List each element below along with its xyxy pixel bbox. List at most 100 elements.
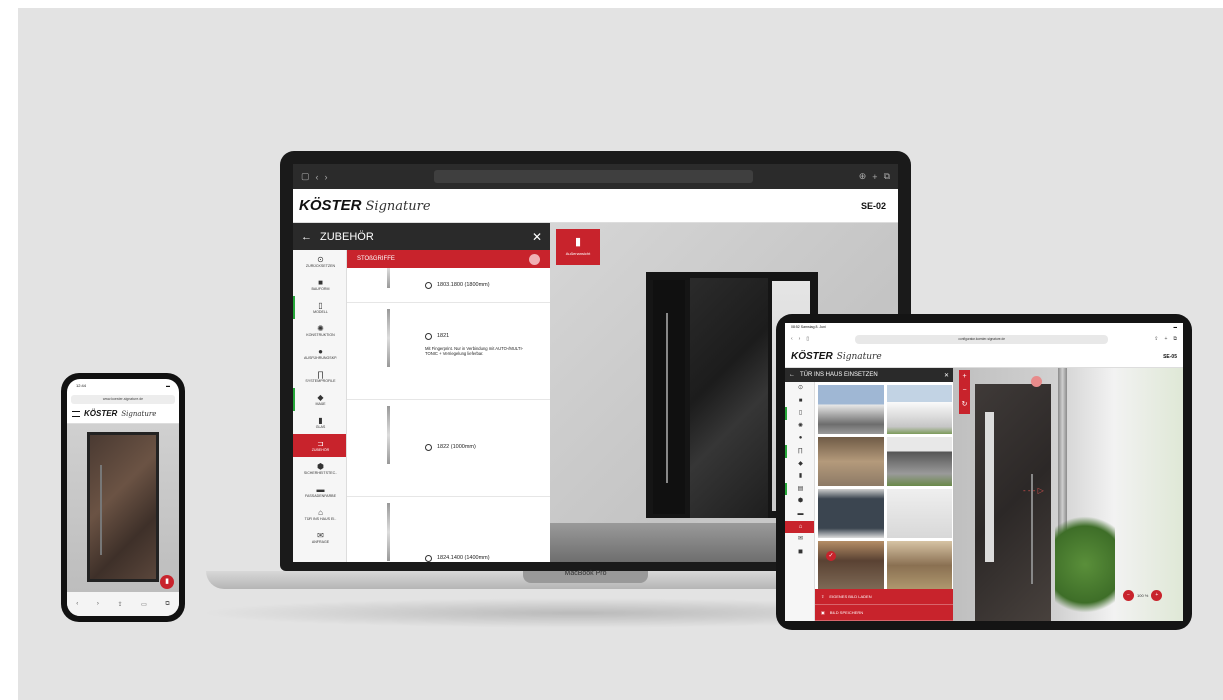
back-icon[interactable]: ‹ <box>316 172 319 182</box>
radio-button[interactable] <box>425 444 432 451</box>
configure-button[interactable]: ▮ <box>160 575 174 589</box>
zoom-in-button[interactable]: + <box>1151 590 1163 601</box>
forward-icon[interactable]: › <box>325 172 328 182</box>
filter-icon[interactable] <box>529 253 540 265</box>
nav-item[interactable]: ✺ KONSTRUKTION <box>293 319 346 342</box>
nav-item-profile[interactable]: ∏ <box>785 444 814 458</box>
handle-list: 1803.1800 (1800mm) 1821 Mit Fingerprint.… <box>347 268 550 562</box>
share-icon[interactable]: ⊕ <box>859 171 867 182</box>
nav-item[interactable]: ⌂ TÜR INS HAUS EI.. <box>293 503 346 526</box>
upload-image-button[interactable]: ⇧ EIGENES BILD LADEN <box>815 589 953 605</box>
move-arrow-icon[interactable]: - - - ▷ <box>1023 486 1044 495</box>
phone-address-bar[interactable]: www.koester-signature.de <box>71 395 175 404</box>
radio-button[interactable] <box>425 555 432 562</box>
nav-item[interactable]: ◆ MAßE <box>293 388 346 411</box>
subsection-title: STOßGRIFFE <box>357 256 395 262</box>
tabs-icon[interactable]: ⧉ <box>1173 336 1177 342</box>
back-icon[interactable]: ‹ <box>76 601 78 607</box>
step-nav: ⊙ ZURÜCKSETZEN ■ BAUFORM ▯ MODELL ✺ KONSTRUKTIO… <box>293 250 347 562</box>
zoom-out-icon[interactable]: − <box>959 384 970 398</box>
nav-item-reset[interactable]: ⊙ <box>785 382 814 395</box>
nav-item-security[interactable]: ⬢ <box>785 495 814 508</box>
nav-item-model[interactable]: ▯ <box>785 407 814 420</box>
reset-icon: ⊙ <box>317 254 324 264</box>
subsection-header[interactable]: STOßGRIFFE <box>347 250 550 268</box>
ruler-icon: ◆ <box>317 392 324 402</box>
tabs-icon[interactable]: ⧉ <box>165 601 169 608</box>
handle-option[interactable]: 1803.1800 (1800mm) <box>347 268 550 303</box>
nav-item[interactable]: ∏ SYSTEMPROFILE <box>293 365 346 388</box>
arrow-left-icon[interactable]: ← <box>301 231 312 243</box>
radio-button[interactable] <box>425 333 432 340</box>
check-icon: ✓ <box>826 551 836 561</box>
house-thumbnail[interactable] <box>886 489 952 538</box>
house-thumbnail[interactable] <box>818 489 884 538</box>
exterior-view-button[interactable]: ▮ Außenansicht <box>556 229 600 265</box>
nav-item-label: SICHERHEITSTEC.. <box>303 470 338 475</box>
nav-item[interactable]: ▬ FASSADENFARBE <box>293 480 346 503</box>
zoom-in-icon[interactable]: + <box>959 370 970 384</box>
door-glass <box>985 412 994 562</box>
new-tab-icon[interactable]: + <box>1165 336 1168 342</box>
nav-item-facade[interactable]: ▬ <box>785 508 814 521</box>
nav-item[interactable]: ■ BAUFORM <box>293 273 346 296</box>
save-image-button[interactable]: ▣ BILD SPEICHERN <box>815 605 953 621</box>
share-icon[interactable]: ⇪ <box>117 601 122 608</box>
tabs-icon[interactable]: ⧉ <box>884 171 890 182</box>
door-leaf[interactable] <box>975 384 1051 621</box>
nav-item[interactable]: ● AUSFÜHRUNGSKP. <box>293 342 346 365</box>
house-thumbnail[interactable] <box>818 437 884 486</box>
nav-item[interactable]: ▮ GLAS <box>293 411 346 434</box>
forward-icon[interactable]: › <box>799 336 801 342</box>
nav-item-house[interactable]: ⌂ <box>785 520 814 534</box>
action-label: BILD SPEICHERN <box>829 610 864 615</box>
nav-item[interactable]: ⊙ ZURÜCKSETZEN <box>293 250 346 273</box>
facade-icon: ▬ <box>316 484 325 494</box>
house-thumbnail[interactable] <box>886 541 952 590</box>
model-code: SE-02 <box>860 200 886 211</box>
handle-option[interactable]: 1824.1400 (1400mm) <box>347 497 550 562</box>
back-icon[interactable]: ‹ <box>791 336 793 342</box>
close-icon[interactable]: ✕ <box>532 230 542 244</box>
nav-item-construction[interactable]: ✺ <box>785 420 814 433</box>
close-icon[interactable]: ✕ <box>944 372 949 379</box>
bookmarks-icon[interactable]: ▭ <box>141 601 147 608</box>
brand-logo[interactable]: KÖSTER Signature <box>791 351 882 362</box>
sidebar-toggle-icon[interactable]: ▢ <box>301 171 310 182</box>
nav-item-label: GLAS <box>315 424 326 429</box>
address-bar[interactable]: configurator.koester-signature.de <box>855 334 1109 344</box>
nav-item[interactable]: ⬢ SICHERHEITSTEC.. <box>293 457 346 480</box>
share-icon[interactable]: ⇪ <box>1154 336 1158 342</box>
arrow-left-icon[interactable]: ← <box>789 372 795 378</box>
menu-icon[interactable] <box>72 410 80 417</box>
nav-item-finish[interactable]: ● <box>785 432 814 445</box>
nav-item-accessories[interactable]: ▤ <box>785 482 814 496</box>
radio-button[interactable] <box>425 282 432 289</box>
handle-option[interactable]: 1822 (1000mm) <box>347 400 550 497</box>
nav-item-request[interactable]: ✉ <box>785 533 814 546</box>
brand-logo[interactable]: KÖSTER Signature <box>84 409 156 418</box>
nav-item[interactable]: ✉ ANFRAGE <box>293 526 346 549</box>
forward-icon[interactable]: › <box>97 601 99 607</box>
house-thumbnail[interactable] <box>886 385 952 434</box>
nav-item-glass[interactable]: ▮ <box>785 470 814 483</box>
house-thumbnail-selected[interactable]: ✓ <box>818 541 884 590</box>
nav-item-shape[interactable]: ■ <box>785 395 814 408</box>
house-thumbnail[interactable] <box>886 437 952 486</box>
brand-logo[interactable]: KÖSTER Signature <box>299 197 431 214</box>
nav-item-extra[interactable]: ◼ <box>785 546 814 559</box>
house-thumbnail[interactable] <box>818 385 884 434</box>
handle-label: 1824.1400 (1400mm) <box>437 555 490 561</box>
zoom-out-button[interactable]: − <box>1123 590 1134 601</box>
book-icon[interactable]: ▯ <box>806 336 809 342</box>
address-bar[interactable] <box>433 170 753 183</box>
position-marker[interactable] <box>1031 376 1042 387</box>
handle-option[interactable]: 1821 Mit Fingerprint. Nur in Verbindung … <box>347 303 550 400</box>
nav-item[interactable]: ▯ MODELL <box>293 296 346 319</box>
phone-door-preview <box>67 424 179 592</box>
nav-item[interactable]: ⊐ ZUBEHÖR <box>293 434 346 457</box>
panel-title: TÜR INS HAUS EINSETZEN <box>800 372 878 378</box>
rotate-icon[interactable]: ↻ <box>959 398 970 412</box>
nav-item-dimensions[interactable]: ◆ <box>785 458 814 471</box>
new-tab-icon[interactable]: + <box>872 172 877 182</box>
